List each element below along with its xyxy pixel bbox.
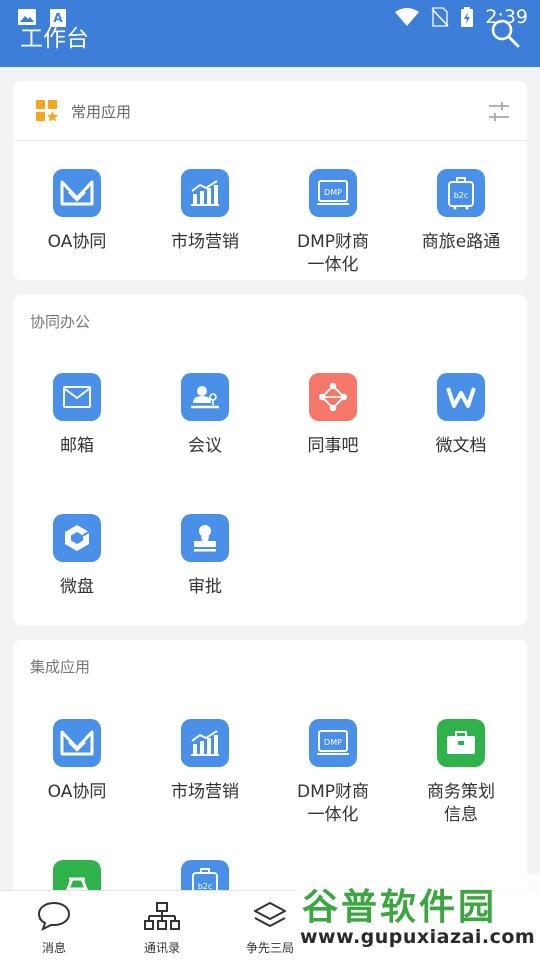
grid-star-icon [36, 100, 58, 122]
app-word-doc[interactable]: 微文档 [397, 373, 525, 458]
battery-charging-icon [461, 7, 474, 27]
app-dmp[interactable]: DMP DMP财商 一体化 [269, 169, 397, 277]
nav-messages[interactable]: 消息 [4, 901, 104, 956]
app-business-planning[interactable]: 商务策划 信息 [397, 719, 525, 827]
no-sim-icon [431, 7, 449, 27]
app-label: DMP财商 一体化 [296, 782, 369, 825]
page-title: 工作台 [20, 26, 89, 52]
app-label: 商务策划 信息 [427, 782, 495, 825]
nav-label: 通讯录 [143, 941, 180, 955]
dmp-icon: DMP [309, 719, 357, 767]
org-chart-icon [144, 902, 180, 930]
app-marketing[interactable]: 市场营销 [141, 169, 269, 254]
oa-icon [53, 169, 101, 217]
cloud-disk-icon [53, 514, 101, 562]
colleague-network-icon [309, 373, 357, 421]
dmp-icon: DMP [309, 169, 357, 217]
svg-text:DMP: DMP [324, 188, 342, 197]
svg-text:b2c: b2c [454, 191, 469, 200]
app-colleague[interactable]: 同事吧 [269, 373, 397, 458]
watermark-url: www.gupuxiazai.com [300, 926, 536, 948]
favorites-card: 常用应用 OA协同 市场营销 DMP DMP财商 一体化 b2c 商旅e路通 [13, 81, 527, 280]
app-cloud-disk[interactable]: 微盘 [13, 514, 141, 599]
app-meeting[interactable]: 会议 [141, 373, 269, 458]
svg-text:DMP: DMP [324, 738, 342, 747]
search-icon[interactable] [490, 18, 520, 48]
app-label: 审批 [188, 577, 222, 597]
app-b2c-travel[interactable]: b2c 商旅e路通 [397, 169, 525, 254]
app-label: 同事吧 [307, 436, 359, 456]
app-oa[interactable]: OA协同 [13, 719, 141, 804]
app-label: 市场营销 [171, 782, 239, 802]
app-oa[interactable]: OA协同 [13, 169, 141, 254]
app-header: A 2:39 工作台 [0, 0, 540, 67]
mail-icon [53, 373, 101, 421]
integrated-title: 集成应用 [30, 658, 91, 676]
chat-bubble-icon [37, 901, 71, 931]
site-watermark: 谷普软件园 www.gupuxiazai.com [296, 874, 540, 960]
app-label: DMP财商 一体化 [296, 232, 369, 275]
app-label: 微盘 [60, 577, 94, 597]
app-mail[interactable]: 邮箱 [13, 373, 141, 458]
favorites-header: 常用应用 [13, 81, 527, 141]
b2c-luggage-icon: b2c [437, 169, 485, 217]
app-label: 商旅e路通 [421, 232, 501, 252]
favorites-title: 常用应用 [71, 103, 132, 121]
app-label: 邮箱 [60, 436, 94, 456]
watermark-title: 谷普软件园 [302, 887, 498, 928]
marketing-chart-icon [181, 169, 229, 217]
app-approval[interactable]: 审批 [141, 514, 269, 599]
app-dmp[interactable]: DMP DMP财商 一体化 [269, 719, 397, 827]
wifi-icon [395, 8, 420, 26]
app-marketing[interactable]: 市场营销 [141, 719, 269, 804]
app-label: OA协同 [47, 782, 107, 802]
nav-label: 消息 [41, 941, 66, 955]
integrated-card: 集成应用 OA协同 市场营销 DMP DMP财商 一体化 商务策划 信息 b2c [13, 640, 527, 908]
collab-card: 协同办公 邮箱 会议 同事吧 微文档 微盘 审批 [13, 295, 527, 625]
collab-title: 协同办公 [30, 313, 91, 331]
sliders-settings-icon[interactable] [487, 101, 511, 123]
nav-contacts[interactable]: 通讯录 [112, 901, 212, 956]
word-doc-icon [437, 373, 485, 421]
briefcase-icon [437, 719, 485, 767]
app-label: OA协同 [47, 232, 107, 252]
app-label: 微文档 [435, 436, 487, 456]
meeting-icon [181, 373, 229, 421]
approval-stamp-icon [181, 514, 229, 562]
app-label: 会议 [188, 436, 222, 456]
marketing-chart-icon [181, 719, 229, 767]
app-label: 市场营销 [171, 232, 239, 252]
layers-icon [254, 902, 286, 927]
oa-icon [53, 719, 101, 767]
